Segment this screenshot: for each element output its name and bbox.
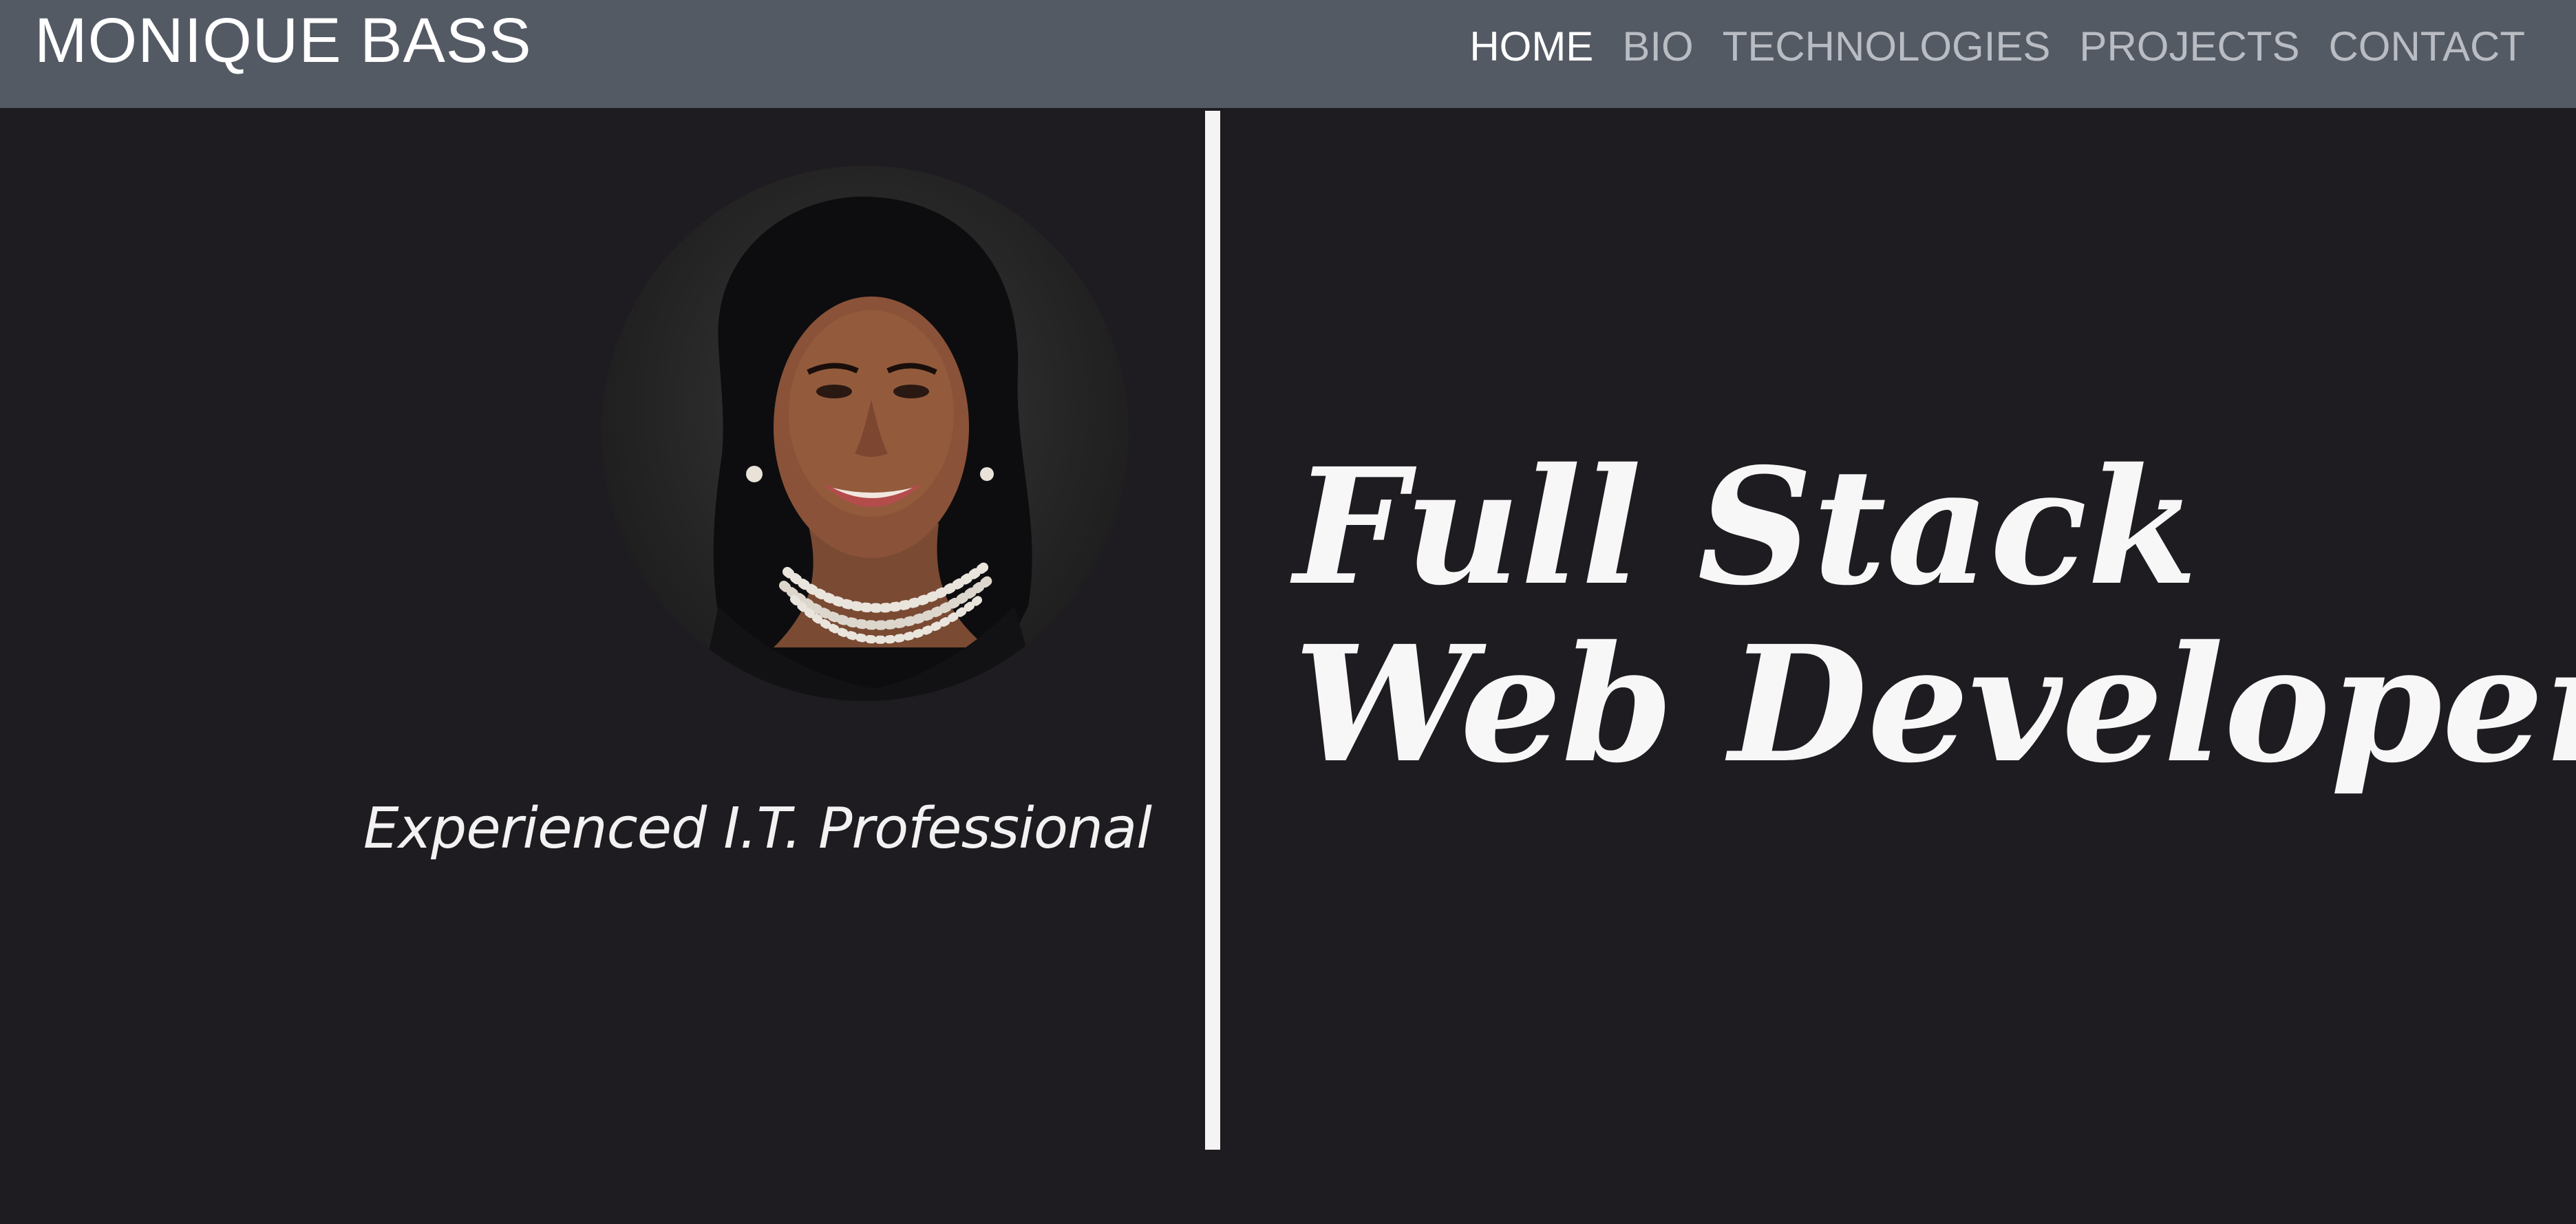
nav-link-bio[interactable]: BIO (1622, 23, 1693, 70)
nav-link-home[interactable]: HOME (1469, 23, 1593, 70)
headline-line-2: Web Developer (1294, 610, 2576, 798)
main-nav: HOME BIO TECHNOLOGIES PROJECTS CONTACT (1469, 0, 2525, 92)
nav-link-contact[interactable]: CONTACT (2328, 23, 2525, 70)
hero-tagline: Experienced I.T. Professional (363, 796, 1152, 861)
site-brand[interactable]: MONIQUE BASS (34, 0, 532, 81)
profile-portrait-image (698, 196, 1042, 701)
top-navbar: MONIQUE BASS HOME BIO TECHNOLOGIES PROJE… (0, 0, 2576, 108)
nav-link-projects[interactable]: PROJECTS (2079, 23, 2299, 70)
hero-section: Experienced I.T. Professional Full Stack… (0, 108, 2576, 1224)
hero-headline: Full Stack Web Developer (1294, 438, 2576, 793)
profile-photo (602, 166, 1129, 701)
headline-line-1: Full Stack (1294, 433, 2198, 621)
nav-link-technologies[interactable]: TECHNOLOGIES (1723, 23, 2051, 70)
vertical-divider (1205, 111, 1220, 1150)
